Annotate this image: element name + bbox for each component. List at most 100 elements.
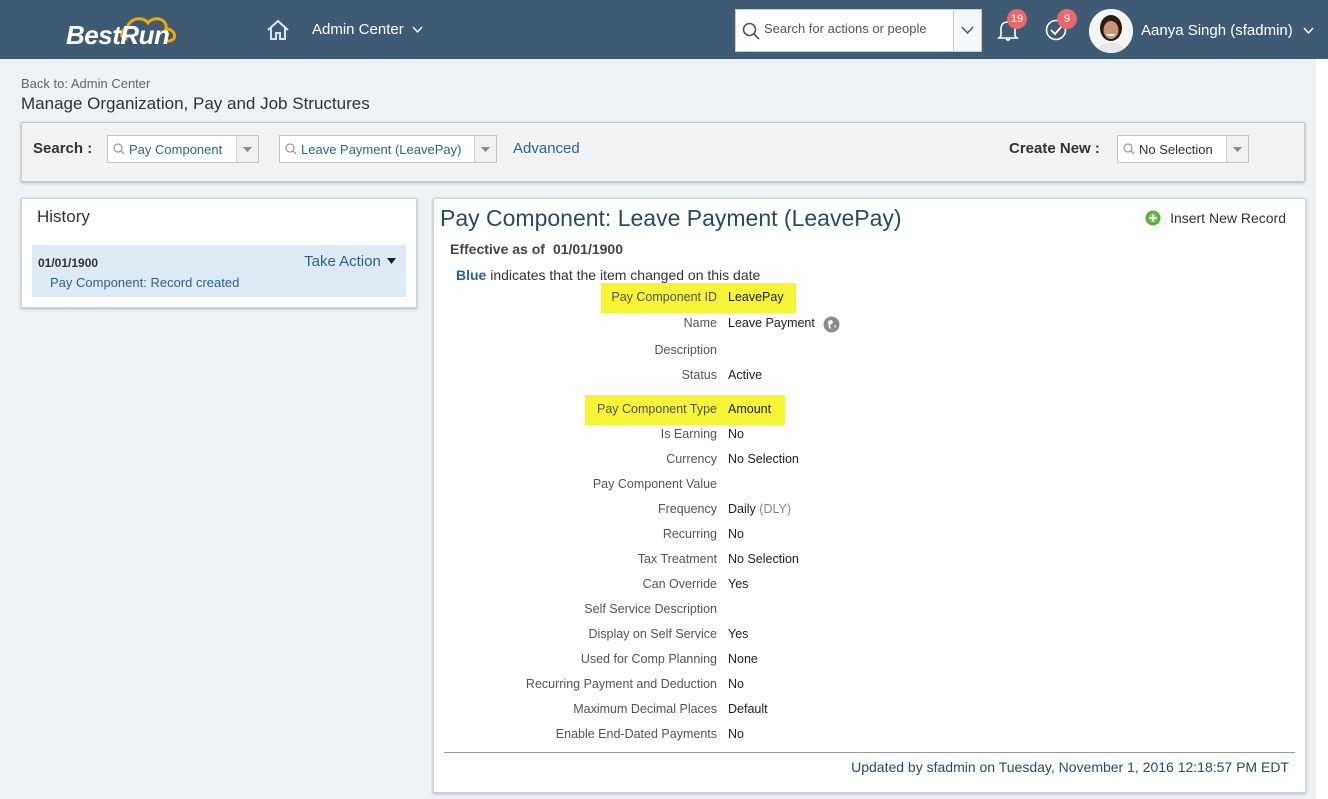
take-action-button[interactable]: Take Action [304,253,396,270]
avatar[interactable] [1089,9,1133,53]
search-panel: Search : Pay Component Leave Payment (Le… [21,122,1305,182]
search-icon [1123,143,1135,155]
insert-new-record-label: Insert New Record [1170,210,1286,226]
history-panel: History 01/01/1900 Take Action Pay Compo… [21,198,417,308]
create-new-dropdown[interactable] [1226,136,1248,162]
field-label: Name [683,316,717,330]
field-label: Can Override [642,577,717,591]
notifications-button[interactable]: 19 [996,9,1027,44]
search-label: Search : [33,140,93,157]
field-label: Tax Treatment [637,552,717,566]
insert-new-record-button[interactable]: Insert New Record [1145,210,1286,226]
record-combo-value: Leave Payment (LeavePay) [301,142,462,157]
record-combo[interactable]: Leave Payment (LeavePay) [279,135,497,163]
field-value: Leave Payment [728,316,815,330]
caret-down-icon [243,147,252,152]
field-row: Tax Treatment No Selection [434,550,1034,570]
search-icon [113,143,125,155]
home-icon[interactable] [266,19,290,41]
field-row: Can Override Yes [434,575,1034,595]
field-value: Default [728,702,768,716]
user-photo-icon [1089,9,1133,53]
field-value-group: Daily (DLY) [728,502,791,516]
top-header: BestRun Admin Center 19 9 Aanya Singh ( [0,0,1328,59]
advanced-link[interactable]: Advanced [513,140,580,157]
effective-date-line: Effective as of 01/01/1900 [450,241,623,257]
caret-down-icon [387,258,396,264]
field-row: Enable End-Dated Payments No [434,725,1034,745]
field-label: Pay Component ID [611,290,717,304]
page-scrollbar[interactable] [1316,59,1328,799]
type-combo-dropdown[interactable] [236,136,258,162]
field-label: Pay Component Type [597,402,717,416]
todo-badge: 9 [1057,9,1077,29]
field-value: None [728,652,758,666]
search-icon [285,143,297,155]
field-value: No [728,727,744,741]
field-value: Yes [728,627,749,641]
search-dropdown-button[interactable] [953,10,981,51]
history-title: History [37,207,90,226]
field-label: Display on Self Service [588,627,717,641]
field-label: Maximum Decimal Places [573,702,717,716]
back-link[interactable]: Back to: Admin Center [21,76,150,91]
field-row: Pay Component ID LeavePay [434,288,1034,308]
field-value: No Selection [728,452,799,466]
user-name: Aanya Singh (sfadmin) [1141,22,1293,39]
field-value: No [728,427,744,441]
field-value: No Selection [728,552,799,566]
field-value: Amount [728,402,772,416]
field-row: Recurring No [434,525,1034,545]
field-row: Name Leave Payment [434,314,1034,334]
field-value: LeavePay [728,290,784,304]
legend-note-text: indicates that the item changed on this … [490,267,761,283]
type-combo-value: Pay Component [129,142,223,157]
create-new-value: No Selection [1139,142,1213,157]
field-value: Active [728,368,763,382]
field-row: Self Service Description [434,600,1034,620]
record-combo-dropdown[interactable] [474,136,496,162]
history-item[interactable]: 01/01/1900 Take Action Pay Component: Re… [32,245,406,297]
field-label: Pay Component Value [592,477,717,491]
field-label: Recurring [662,527,717,541]
field-row: Frequency Daily (DLY) [434,500,1034,520]
field-label: Self Service Description [584,602,717,616]
admin-center-menu[interactable]: Admin Center [312,21,423,38]
create-new-combo[interactable]: No Selection [1117,135,1249,163]
chevron-down-icon [412,26,423,34]
logo-text: BestRun [66,20,170,50]
legend-note: Blue indicates that the item changed on … [456,267,760,283]
effective-date: 01/01/1900 [552,241,624,257]
field-label: Frequency [657,502,717,516]
legend-blue-word: Blue [456,267,487,283]
bestrun-logo[interactable]: BestRun [64,9,204,51]
type-combo[interactable]: Pay Component [107,135,259,163]
field-label: Recurring Payment and Deduction [525,677,717,691]
field-row: Display on Self Service Yes [434,625,1034,645]
field-row: Is Earning No [434,425,1034,445]
updated-by-text: Updated by sfadmin on Tuesday, November … [851,759,1289,775]
field-value: No [728,677,744,691]
detail-panel: Pay Component: Leave Payment (LeavePay) … [433,198,1306,793]
field-label: Description [654,343,717,357]
field-row: Status Active [434,366,1034,386]
history-item-date: 01/01/1900 [38,256,99,270]
take-action-label: Take Action [304,253,381,270]
chevron-down-icon [1303,27,1314,35]
detail-title: Pay Component: Leave Payment (LeavePay) [440,205,902,231]
todo-button[interactable]: 9 [1044,9,1077,44]
field-row: Description [434,341,1034,361]
field-value-code: (DLY) [759,502,791,516]
search-input[interactable] [764,21,954,36]
create-new-label: Create New : [1009,140,1100,157]
field-value: Yes [728,577,749,591]
history-item-description: Pay Component: Record created [50,275,240,290]
global-search[interactable] [735,9,982,52]
notifications-badge: 19 [1007,9,1027,29]
field-value: No [728,527,744,541]
field-label: Enable End-Dated Payments [555,727,717,741]
field-label: Currency [666,452,717,466]
field-row: Maximum Decimal Places Default [434,700,1034,720]
translation-globe-icon[interactable] [823,316,840,333]
user-menu[interactable]: Aanya Singh (sfadmin) [1141,22,1314,39]
